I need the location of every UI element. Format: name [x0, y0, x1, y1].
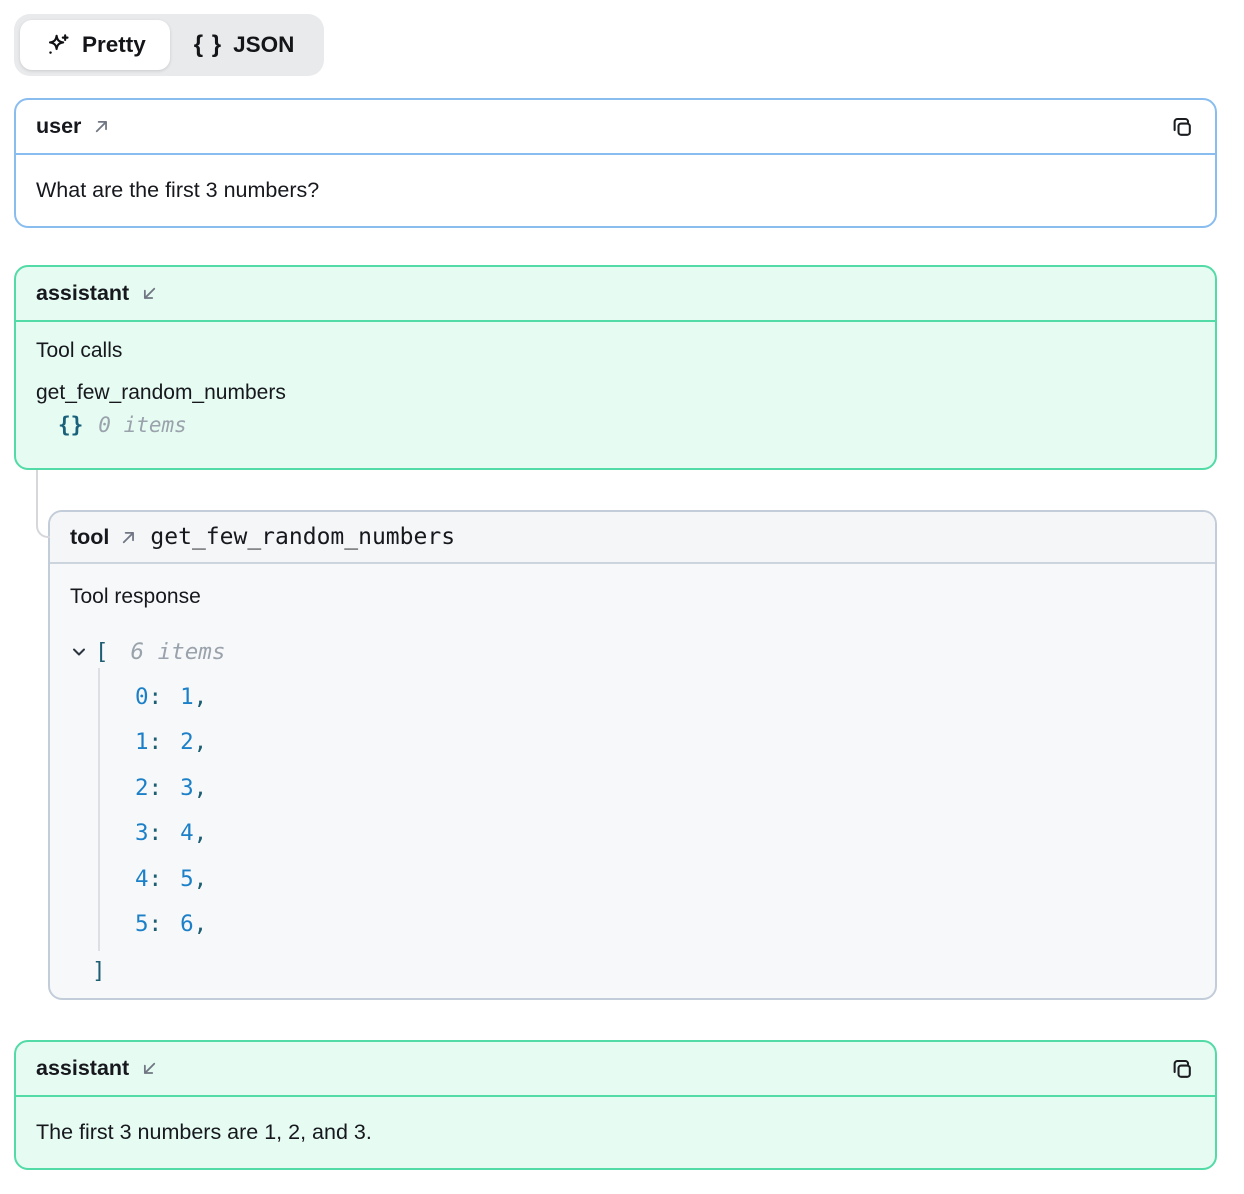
empty-object-icon: {} [58, 413, 83, 437]
json-key: 1 [135, 729, 149, 755]
arrow-up-right-icon [119, 528, 138, 547]
array-item-count: 6 items [131, 639, 226, 665]
json-row: 5:6, [100, 902, 1195, 948]
tool-call-name: get_few_random_numbers [36, 381, 1195, 405]
json-row: 0:1, [100, 674, 1195, 720]
trace-message-view: Pretty { } JSON user What are the first … [0, 0, 1244, 1170]
json-comma: , [194, 684, 208, 710]
user-message-header: user [16, 100, 1215, 155]
tool-message-header: tool get_few_random_numbers [50, 512, 1215, 564]
json-row: 2:3, [100, 765, 1195, 811]
json-comma: , [194, 775, 208, 801]
json-key: 4 [135, 866, 149, 892]
role-label: user [36, 114, 81, 139]
json-key: 0 [135, 684, 149, 710]
tool-message-body: Tool response [ 6 items 0:1,1:2,2:3,3:4,… [50, 564, 1215, 991]
chevron-down-icon [70, 643, 88, 661]
user-message-body: What are the first 3 numbers? [16, 155, 1215, 226]
json-row: 3:4, [100, 811, 1195, 857]
pretty-tab[interactable]: Pretty [20, 20, 170, 70]
json-value: 2 [180, 729, 194, 755]
json-array-rows: 0:1,1:2,2:3,3:4,4:5,5:6, [98, 668, 1195, 951]
role-label: assistant [36, 281, 129, 306]
json-colon: : [149, 684, 163, 710]
json-value: 4 [180, 820, 194, 846]
assistant-final-card: assistant The first 3 numbers are 1, 2, … [14, 1040, 1217, 1170]
json-row: 1:2, [100, 720, 1195, 766]
json-value: 3 [180, 775, 194, 801]
role-label: assistant [36, 1056, 129, 1081]
arrow-down-left-icon [140, 284, 159, 303]
assistant-final-body: The first 3 numbers are 1, 2, and 3. [16, 1097, 1215, 1168]
json-colon: : [149, 729, 163, 755]
json-comma: , [194, 820, 208, 846]
pretty-tab-label: Pretty [82, 32, 146, 58]
assistant-final-header: assistant [16, 1042, 1215, 1097]
args-item-count: 0 items [98, 413, 187, 437]
tool-message-wrap: tool get_few_random_numbers Tool respons… [48, 510, 1217, 1000]
open-bracket: [ [95, 639, 109, 665]
assistant-tool-call-card: assistant Tool calls get_few_random_numb… [14, 265, 1217, 470]
close-bracket: ] [92, 951, 1195, 991]
copy-icon [1169, 1056, 1195, 1082]
json-comma: , [194, 866, 208, 892]
json-row: 4:5, [100, 856, 1195, 902]
collapse-toggle[interactable] [70, 643, 88, 661]
arrow-down-left-icon [140, 1059, 159, 1078]
tool-function-name: get_few_random_numbers [150, 524, 455, 550]
assistant-final-text: The first 3 numbers are 1, 2, and 3. [36, 1120, 372, 1145]
user-message-text: What are the first 3 numbers? [36, 178, 319, 203]
view-mode-toggle: Pretty { } JSON [14, 14, 324, 76]
json-value: 5 [180, 866, 194, 892]
json-colon: : [149, 866, 163, 892]
json-value: 6 [180, 911, 194, 937]
tool-call-args: {} 0 items [36, 413, 1195, 437]
json-value: 1 [180, 684, 194, 710]
json-tree: [ 6 items 0:1,1:2,2:3,3:4,4:5,5:6, ] [70, 636, 1195, 991]
json-key: 5 [135, 911, 149, 937]
braces-icon: { } [194, 31, 222, 59]
copy-icon [1169, 114, 1195, 140]
json-key: 3 [135, 820, 149, 846]
json-comma: , [194, 729, 208, 755]
user-message-card: user What are the first 3 numbers? [14, 98, 1217, 228]
arrow-up-right-icon [92, 117, 111, 136]
copy-button[interactable] [1169, 114, 1195, 140]
json-tab-label: JSON [233, 32, 294, 58]
tool-message-card: tool get_few_random_numbers Tool respons… [48, 510, 1217, 1000]
tool-calls-title: Tool calls [36, 339, 1195, 363]
json-colon: : [149, 820, 163, 846]
role-label: tool [70, 525, 109, 550]
assistant-tool-call-header: assistant [16, 267, 1215, 322]
tool-call-connector [36, 470, 50, 538]
json-colon: : [149, 775, 163, 801]
copy-button[interactable] [1169, 1056, 1195, 1082]
json-colon: : [149, 911, 163, 937]
json-comma: , [194, 911, 208, 937]
tool-response-title: Tool response [70, 585, 1195, 609]
sparkle-icon [44, 32, 71, 59]
json-key: 2 [135, 775, 149, 801]
json-tab[interactable]: { } JSON [170, 20, 319, 70]
json-array-head: [ 6 items [70, 636, 1195, 668]
assistant-tool-call-body: Tool calls get_few_random_numbers {} 0 i… [16, 322, 1215, 437]
